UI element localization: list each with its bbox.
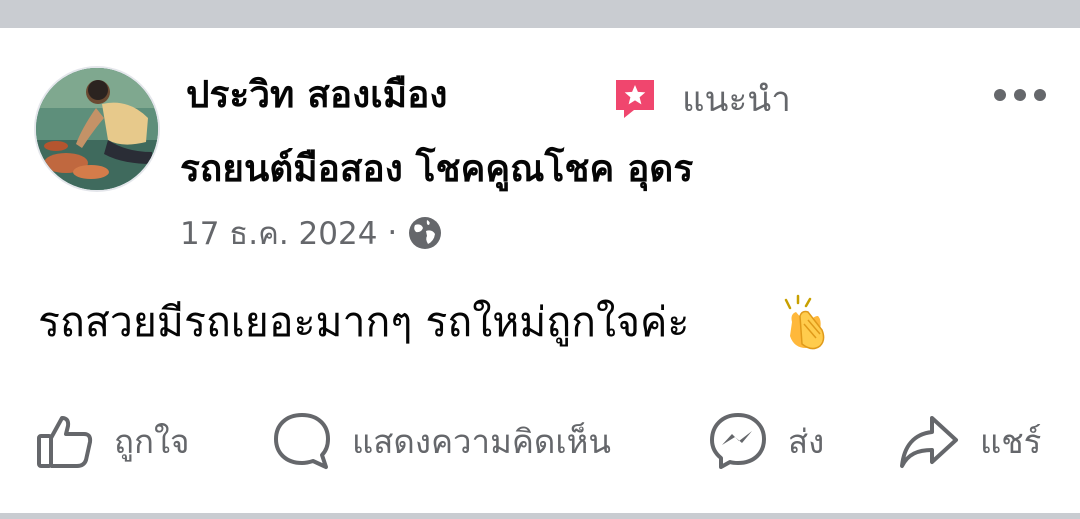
recommend-badge-label: แนะนำ xyxy=(682,80,791,120)
clapping-hands-icon xyxy=(778,294,836,352)
share-label: แชร์ xyxy=(980,421,1042,461)
group-name[interactable]: รถยนต์มือสอง โชคคูณโชค อุดร xyxy=(180,142,693,196)
comment-label: แสดงความคิดเห็น xyxy=(352,421,611,461)
meta-separator: · xyxy=(387,215,398,251)
more-dot-icon xyxy=(1034,89,1046,101)
more-options-button[interactable] xyxy=(990,80,1050,110)
author-name[interactable]: ประวิท สองเมือง xyxy=(186,68,447,122)
share-icon xyxy=(898,412,960,470)
send-label: ส่ง xyxy=(788,421,825,461)
globe-icon xyxy=(407,215,443,251)
like-label: ถูกใจ xyxy=(114,421,190,461)
avatar[interactable] xyxy=(36,68,158,190)
like-icon xyxy=(36,412,94,470)
share-button[interactable]: แชร์ xyxy=(898,412,1041,470)
recommend-star-icon xyxy=(612,76,658,122)
post-date[interactable]: 17 ธ.ค. 2024 xyxy=(180,208,377,258)
comment-button[interactable]: แสดงความคิดเห็น xyxy=(272,412,611,470)
more-dot-icon xyxy=(1014,89,1026,101)
post-text: รถสวยมีรถเยอะมากๆ รถใหม่ถูกใจค่ะ xyxy=(38,298,690,346)
post-meta: 17 ธ.ค. 2024 · xyxy=(180,208,443,258)
send-button[interactable]: ส่ง xyxy=(708,412,824,470)
comment-icon xyxy=(272,411,332,471)
messenger-icon xyxy=(708,411,768,471)
more-dot-icon xyxy=(994,89,1006,101)
like-button[interactable]: ถูกใจ xyxy=(36,412,189,470)
